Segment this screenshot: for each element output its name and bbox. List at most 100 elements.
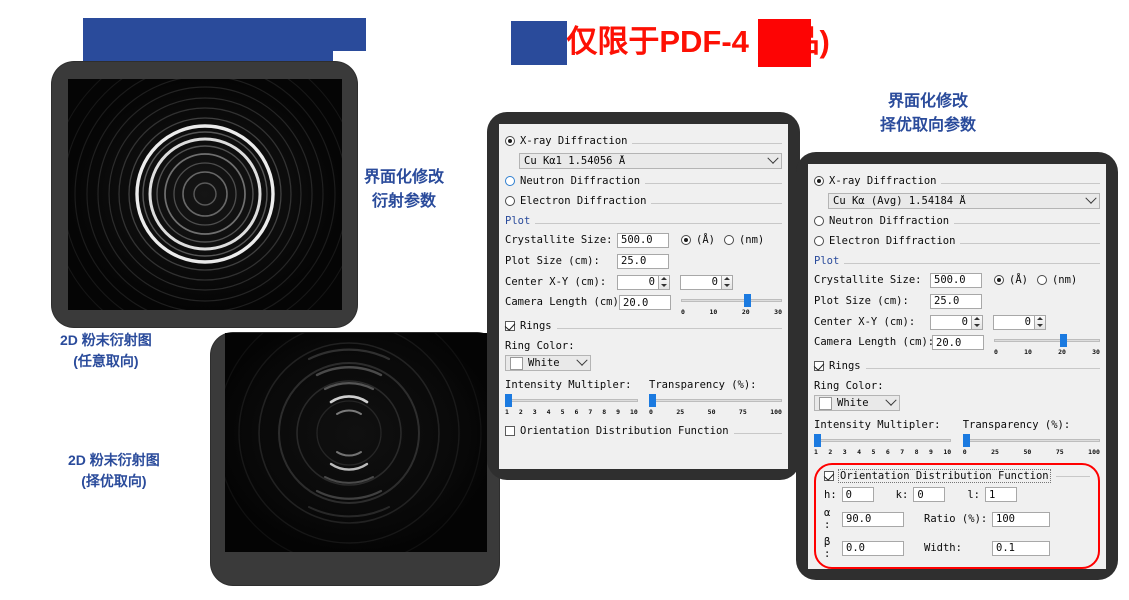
k-input[interactable]: 0 (913, 487, 946, 502)
h-input[interactable]: 0 (841, 487, 874, 502)
wavelength-select[interactable]: Cu Kα1 1.54056 Å (519, 152, 782, 169)
diffraction-screen-random (68, 79, 342, 310)
chevron-down-icon[interactable] (576, 354, 588, 366)
chevron-down-icon[interactable] (885, 394, 897, 406)
tick-label: 20 (1058, 348, 1066, 356)
radio-icon-electron[interactable] (814, 236, 824, 246)
slider-thumb[interactable] (743, 294, 751, 307)
center-y-stepper[interactable] (1035, 314, 1046, 330)
checkbox-icon-rings[interactable] (814, 361, 824, 371)
radio-xray-diffraction[interactable]: X-ray Diffraction (505, 135, 633, 147)
center-x-input[interactable]: 0 (930, 314, 972, 330)
radio-icon-unit-angstrom[interactable] (994, 275, 1004, 285)
tick-label: 5 (560, 408, 565, 416)
camera-length-slider[interactable] (994, 334, 1100, 347)
transparency-slider[interactable] (649, 394, 782, 407)
checkbox-icon-rings[interactable] (505, 321, 515, 331)
slider-track (505, 399, 638, 402)
crystallite-size-input[interactable]: 500.0 (617, 232, 669, 248)
radio-icon-neutron[interactable] (814, 216, 824, 226)
camera-length-ticks: 0 10 20 30 (994, 348, 1100, 356)
plot-size-input[interactable]: 25.0 (930, 293, 982, 309)
slider-thumb[interactable] (505, 394, 512, 407)
tick-label: 6 (574, 408, 579, 416)
intensity-multiplier-label: Intensity Multipler: (505, 379, 632, 391)
center-y-input[interactable]: 0 (680, 274, 722, 290)
label-image-preferred-orientation: 2D 粉末衍射图 (择优取向) (68, 450, 160, 492)
tick-label: 2 (828, 448, 833, 456)
radio-icon-unit-angstrom[interactable] (681, 235, 691, 245)
slider-thumb[interactable] (814, 434, 821, 447)
tick-label: 7 (900, 448, 905, 456)
transparency-ticks: 0 25 50 75 100 (963, 448, 1100, 456)
camera-length-slider[interactable] (681, 294, 782, 307)
wavelength-value: Cu Kα (Avg) 1.54184 Å (833, 195, 966, 207)
ring-color-label: Ring Color: (814, 380, 884, 392)
intensity-multiplier-slider[interactable] (814, 434, 952, 447)
group-rings: Rings (814, 360, 1100, 374)
ratio-input[interactable]: 100 (992, 511, 1050, 527)
l-input[interactable]: 1 (984, 487, 1017, 502)
slider-thumb[interactable] (649, 394, 657, 407)
unit-label-nm: (nm) (738, 234, 765, 246)
annotation-line-2: 衍射参数 (372, 193, 437, 210)
checkbox-odf[interactable]: Orientation Distribution Function (505, 425, 734, 437)
transparency-label: Transparency (%): (649, 379, 757, 391)
crystallite-size-input[interactable]: 500.0 (930, 272, 982, 288)
checkbox-icon-odf[interactable] (824, 471, 834, 481)
center-y-stepper[interactable] (722, 274, 733, 290)
row-hkl: h: 0 k: 0 l: 1 (824, 487, 1090, 502)
camera-length-label: Camera Length (cm): (814, 336, 935, 348)
redaction-block-blue-3 (511, 21, 567, 65)
row-plot-size: Plot Size (cm): 25.0 (505, 253, 782, 269)
diffraction-image-preferred-orientation (211, 333, 499, 585)
center-y-input[interactable]: 0 (993, 314, 1035, 330)
center-x-stepper[interactable] (972, 314, 983, 330)
center-xy-label: Center X-Y (cm): (814, 316, 916, 328)
radio-icon-xray[interactable] (505, 136, 515, 146)
width-input[interactable]: 0.1 (992, 540, 1050, 556)
k-label: k: (895, 488, 909, 501)
radio-icon-xray[interactable] (814, 176, 824, 186)
radio-electron-diffraction[interactable]: Electron Diffraction (505, 195, 652, 207)
checkbox-rings[interactable]: Rings (505, 320, 557, 332)
chevron-down-icon[interactable] (767, 152, 779, 164)
camera-length-label: Camera Length (cm): (505, 296, 626, 308)
tick-label: 10 (709, 308, 718, 316)
checkbox-rings[interactable]: Rings (814, 360, 866, 372)
radio-icon-electron[interactable] (505, 196, 515, 206)
annotation-line-1: 界面化修改 (364, 169, 445, 186)
slider-thumb[interactable] (962, 434, 970, 447)
radio-neutron-diffraction[interactable]: Neutron Diffraction (814, 215, 955, 227)
camera-length-input[interactable]: 20.0 (932, 335, 984, 350)
radio-xray-diffraction[interactable]: X-ray Diffraction (814, 175, 942, 187)
intensity-ticks: 1 2 3 4 5 6 7 8 9 10 (505, 408, 638, 416)
ring-color-select[interactable]: White (814, 394, 900, 411)
tick-label: 30 (1092, 348, 1100, 356)
row-crystallite-size: Crystallite Size: 500.0 (Å) (nm) (814, 272, 1100, 288)
redaction-block-red-1 (758, 19, 811, 67)
ring-color-select[interactable]: White (505, 354, 591, 371)
label-image-random-orientation: 2D 粉末衍射图 (任意取向) (60, 330, 152, 372)
checkbox-icon-odf[interactable] (505, 426, 515, 436)
intensity-multiplier-slider[interactable] (505, 394, 638, 407)
radio-electron-diffraction[interactable]: Electron Diffraction (814, 235, 961, 247)
radio-icon-unit-nm[interactable] (1036, 275, 1047, 285)
transparency-slider[interactable] (962, 434, 1100, 447)
radio-neutron-diffraction[interactable]: Neutron Diffraction (505, 175, 646, 187)
wavelength-select[interactable]: Cu Kα (Avg) 1.54184 Å (828, 192, 1100, 209)
radio-icon-unit-nm[interactable] (723, 235, 734, 245)
radio-icon-neutron[interactable] (505, 176, 515, 186)
camera-length-input[interactable]: 20.0 (619, 295, 671, 310)
row-crystallite-size: Crystallite Size: 500.0 (Å) (nm) (505, 232, 782, 248)
center-x-stepper[interactable] (659, 274, 670, 290)
beta-input[interactable]: 0.0 (842, 540, 904, 556)
center-xy-label: Center X-Y (cm): (505, 276, 607, 288)
checkbox-odf[interactable]: Orientation Distribution Function (824, 469, 1090, 483)
plot-size-input[interactable]: 25.0 (617, 253, 669, 269)
chevron-down-icon[interactable] (1085, 192, 1097, 204)
tick-label: 0 (994, 348, 998, 356)
slider-thumb[interactable] (1060, 334, 1068, 347)
center-x-input[interactable]: 0 (617, 274, 659, 290)
alpha-input[interactable]: 90.0 (842, 511, 904, 527)
